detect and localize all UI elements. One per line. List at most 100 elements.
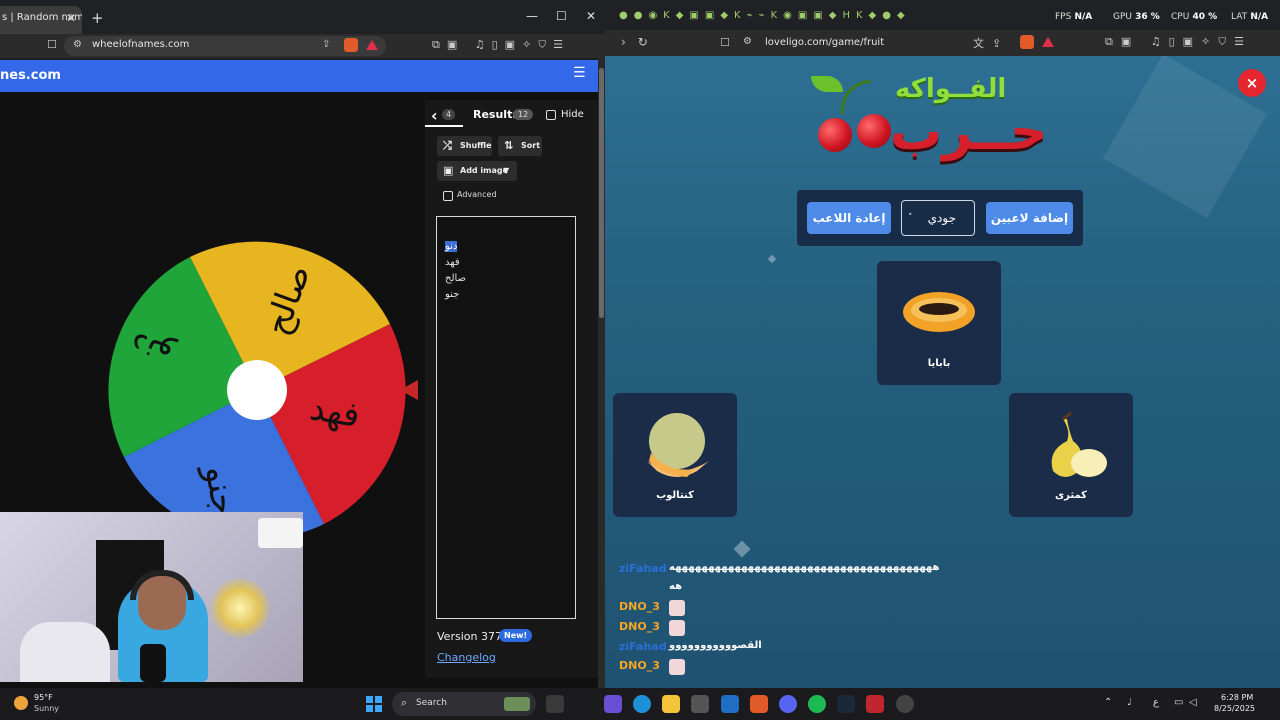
tab-bar: s | Random name ✕ + — ☐ ✕ xyxy=(0,0,605,34)
entries-textarea[interactable]: دنو فهد صالح جنو xyxy=(436,216,576,619)
webcam-overlay xyxy=(0,512,303,682)
pear-icon xyxy=(1051,411,1107,477)
game-close-button[interactable]: × xyxy=(1238,69,1266,97)
logo-subtitle: الفــواكه xyxy=(895,74,1007,104)
url-field[interactable]: loveligo.com/game/fruit xyxy=(765,37,884,48)
share-icon[interactable]: ⇪ xyxy=(322,39,330,50)
minimize-icon[interactable]: — xyxy=(526,9,538,23)
advanced-checkbox[interactable] xyxy=(443,191,453,201)
tray-chevron-icon[interactable]: ⌃ xyxy=(1104,697,1112,708)
extension-icons[interactable]: ●●◉K◆▣▣◆K⌁⌁K◉▣▣◆HK◆●◆ xyxy=(619,10,911,21)
window-close-icon[interactable]: ✕ xyxy=(586,9,596,23)
weather-condition[interactable]: Sunny xyxy=(34,704,59,713)
player-select[interactable]: جودي ˅ xyxy=(901,200,975,236)
toolbar-icons[interactable]: ⧉▣ ♫▯▣✧⛉☰ xyxy=(1105,35,1252,49)
brave-icon[interactable] xyxy=(750,695,768,713)
tab-results[interactable]: Results xyxy=(473,108,519,121)
reset-player-button[interactable]: إعادة اللاعب xyxy=(807,202,891,234)
forward-reload-icons[interactable]: ›↻ xyxy=(621,35,660,49)
gpu-value: 36 % xyxy=(1135,12,1160,22)
weather-temperature[interactable]: 95°F xyxy=(34,693,53,702)
perf-cpu: CPU 40 % xyxy=(1171,12,1217,22)
teams-icon[interactable] xyxy=(604,695,622,713)
webcam-lamp xyxy=(210,578,270,638)
app-icon[interactable] xyxy=(896,695,914,713)
site-title[interactable]: nes.com xyxy=(0,68,61,83)
add-image-label: Add image xyxy=(460,166,509,175)
wheel-center-button[interactable] xyxy=(227,360,287,420)
sort-icon: ⇅ xyxy=(504,139,514,152)
site-settings-icon[interactable]: ⚙ xyxy=(73,39,82,50)
weather-sun-icon[interactable] xyxy=(14,696,28,710)
brave-rewards-icon[interactable] xyxy=(1042,37,1054,47)
cherry-icon xyxy=(818,118,852,152)
windows-taskbar: 95°F Sunny ⌕ Search ⌃ ♩ ع ▭ ◁ 6:28 PM 8/… xyxy=(0,688,1280,720)
brave-rewards-icon[interactable] xyxy=(366,40,378,50)
url-text: wheelofnames.com xyxy=(92,39,190,50)
discord-icon[interactable] xyxy=(779,695,797,713)
perf-lat: LAT N/A xyxy=(1231,12,1268,22)
clock-time[interactable]: 6:28 PM xyxy=(1221,693,1253,702)
address-icons[interactable]: 文⇪ xyxy=(973,35,1009,51)
start-button[interactable] xyxy=(366,696,382,712)
toolbar-icons[interactable]: ⧉▣ ♫▯▣✧⛉☰ xyxy=(432,38,570,52)
new-tab-icon[interactable]: + xyxy=(91,9,104,27)
shuffle-icon: ⤮ xyxy=(443,139,452,152)
wheel-label-red: فهد xyxy=(306,387,363,437)
add-players-button[interactable]: إضافة لاعبين xyxy=(986,202,1073,234)
tab-close-icon[interactable]: ✕ xyxy=(66,11,76,25)
add-image-button[interactable]: ▣ Add image ▼ xyxy=(437,161,517,181)
store-icon[interactable] xyxy=(691,695,709,713)
left-scrollbar-thumb[interactable] xyxy=(599,68,604,318)
shuffle-label: Shuffle xyxy=(460,141,492,150)
sort-button[interactable]: ⇅ Sort xyxy=(498,136,542,156)
network-icon[interactable]: ▭ xyxy=(1174,697,1183,708)
fruit-card-cantaloupe[interactable]: كنتالوب xyxy=(613,393,737,517)
edge-icon[interactable] xyxy=(633,695,651,713)
language-indicator[interactable]: ع xyxy=(1153,697,1159,708)
brave-shield-icon[interactable] xyxy=(1020,35,1034,49)
hide-checkbox[interactable] xyxy=(546,110,556,120)
gpu-label: GPU xyxy=(1113,12,1132,22)
shuffle-button[interactable]: ⤮ Shuffle xyxy=(437,136,492,156)
fruit-card-papaya[interactable]: بابايا xyxy=(877,261,1001,385)
clock-date[interactable]: 8/25/2025 xyxy=(1214,704,1255,713)
collapse-arrow-icon[interactable]: ‹ xyxy=(431,106,438,125)
steam-icon[interactable] xyxy=(837,695,855,713)
microphone-icon[interactable]: ♩ xyxy=(1127,697,1132,708)
changelog-link[interactable]: Changelog xyxy=(437,651,496,664)
results-count-badge: 12 xyxy=(513,109,534,120)
volume-icon[interactable]: ◁ xyxy=(1189,697,1197,708)
brave-shield-icon[interactable] xyxy=(344,38,358,52)
fruit-card-label: كنتالوب xyxy=(656,490,694,501)
taskbar-search[interactable]: ⌕ Search xyxy=(392,692,536,716)
chevron-down-icon: ˅ xyxy=(908,213,913,223)
maximize-icon[interactable]: ☐ xyxy=(556,9,567,23)
site-settings-icon[interactable]: ⚙ xyxy=(743,36,752,47)
wheel-pointer-icon xyxy=(400,380,418,400)
cantaloupe-icon xyxy=(647,413,709,477)
chat-username: ziFahad xyxy=(619,562,667,575)
bookmark-icon[interactable]: ☐ xyxy=(47,38,57,51)
outlook-icon[interactable] xyxy=(721,695,739,713)
file-explorer-icon[interactable] xyxy=(662,695,680,713)
cpu-label: CPU xyxy=(1171,12,1190,22)
task-view-icon[interactable] xyxy=(546,695,564,713)
perf-gpu: GPU 36 % xyxy=(1113,12,1160,22)
dropdown-caret-icon: ▼ xyxy=(503,166,510,175)
url-field[interactable]: ⚙ wheelofnames.com ⇪ xyxy=(64,36,386,56)
left-scrollbar[interactable] xyxy=(598,58,605,688)
bookmark-icon[interactable]: ☐ xyxy=(720,36,730,49)
selected-player-value: جودي xyxy=(927,211,956,225)
fruit-card-pear[interactable]: كمثرى xyxy=(1009,393,1133,517)
avatar xyxy=(669,600,685,616)
voicemeeter-icon[interactable] xyxy=(866,695,884,713)
new-badge: New! xyxy=(499,629,533,642)
webcam-microphone xyxy=(140,644,166,682)
spotify-icon[interactable] xyxy=(808,695,826,713)
chat-text: هههههههههههههههههههههههههههههههههههههههه… xyxy=(669,562,940,573)
menu-icon[interactable]: ☰ xyxy=(573,65,586,81)
fruit-card-label: كمثرى xyxy=(1055,490,1087,501)
search-icon: ⌕ xyxy=(401,696,408,709)
chat-text: القصووووووووووو xyxy=(669,640,762,651)
